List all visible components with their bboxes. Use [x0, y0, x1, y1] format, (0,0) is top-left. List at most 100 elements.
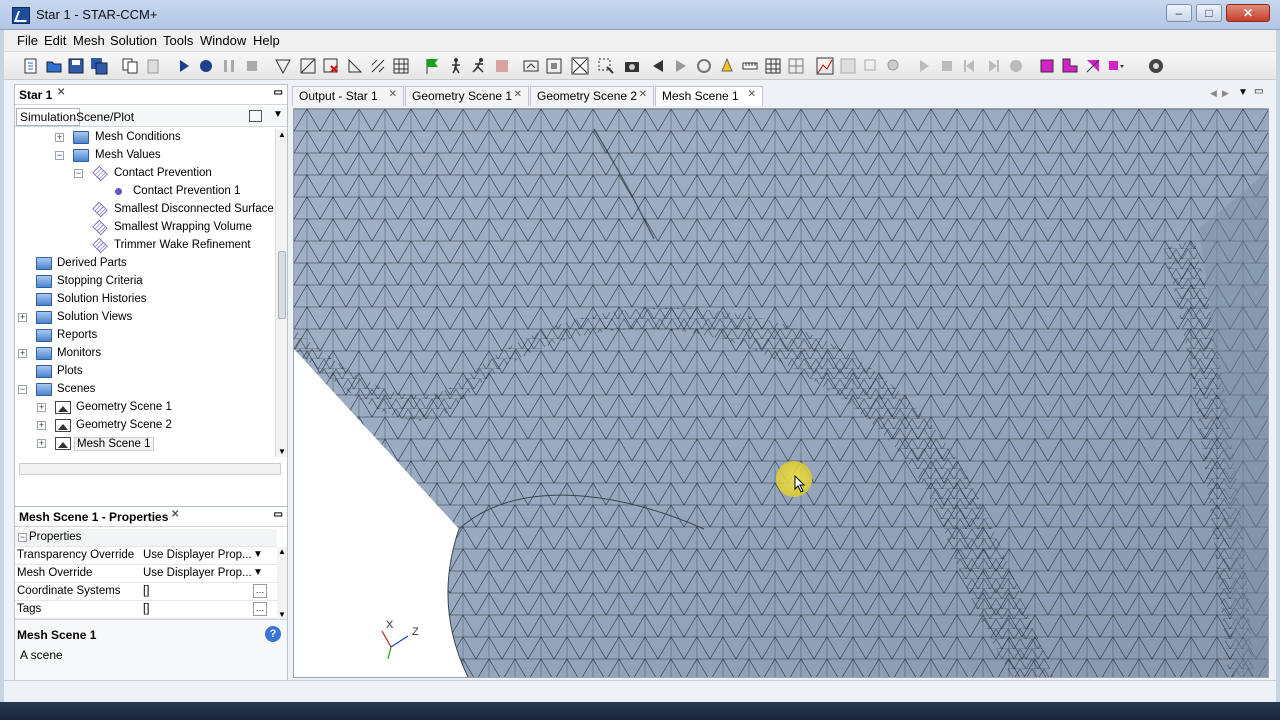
- tree-horizontal-scrollbar[interactable]: [19, 463, 281, 475]
- scroll-down-icon[interactable]: ▼: [278, 610, 286, 619]
- chevron-down-icon[interactable]: ▼: [273, 109, 283, 120]
- mesh-icon: [92, 237, 108, 254]
- clear-mesh-icon[interactable]: [322, 57, 340, 75]
- forward-arrow-icon[interactable]: [672, 57, 690, 75]
- open-folder-icon[interactable]: [45, 57, 63, 75]
- help-icon[interactable]: ?: [265, 626, 281, 642]
- maximize-editor-icon[interactable]: ▭: [1254, 86, 1263, 97]
- prev-frame-icon[interactable]: [961, 57, 979, 75]
- stop-square-icon[interactable]: [493, 57, 511, 75]
- runner-icon[interactable]: [470, 57, 488, 75]
- property-row[interactable]: Tags [] …: [15, 601, 277, 619]
- tab-output-star-1[interactable]: Output - Star 1 ✕: [292, 86, 404, 106]
- tree-view-icon[interactable]: [249, 110, 262, 122]
- property-row[interactable]: Mesh Override Use Displayer Prop... ▼: [15, 565, 277, 583]
- close-icon[interactable]: ✕: [639, 89, 647, 100]
- folder-icon: [36, 311, 52, 324]
- magenta-tool-1-icon[interactable]: [1038, 57, 1056, 75]
- tree-scroll-thumb[interactable]: [278, 251, 286, 319]
- minimize-panel-icon[interactable]: ▭: [274, 87, 283, 98]
- delete-icon[interactable]: [144, 57, 162, 75]
- light-icon[interactable]: [718, 57, 736, 75]
- close-icon[interactable]: ✕: [748, 89, 756, 100]
- pause-icon[interactable]: [220, 57, 238, 75]
- properties-section[interactable]: − Properties: [15, 529, 277, 547]
- tab-simulation[interactable]: Simulation: [16, 108, 81, 126]
- copy-icon[interactable]: [121, 57, 139, 75]
- record-icon[interactable]: [1007, 57, 1025, 75]
- collapse-icon[interactable]: −: [18, 533, 27, 542]
- run-icon[interactable]: [175, 57, 193, 75]
- menu-edit[interactable]: Edit: [44, 33, 66, 48]
- ellipsis-button[interactable]: …: [253, 584, 267, 598]
- tree-scrollbar[interactable]: ▲ ▼: [275, 129, 287, 457]
- close-window-button[interactable]: ✕: [1226, 4, 1270, 22]
- flag-icon[interactable]: [423, 57, 441, 75]
- chevron-down-icon[interactable]: ▼: [253, 549, 263, 560]
- stop-icon[interactable]: [243, 57, 261, 75]
- tab-mesh-scene-1[interactable]: Mesh Scene 1 ✕: [655, 86, 763, 106]
- back-arrow-icon[interactable]: [649, 57, 667, 75]
- play-icon[interactable]: [915, 57, 933, 75]
- surface-mesh-icon[interactable]: [299, 57, 317, 75]
- menu-file[interactable]: File: [17, 33, 38, 48]
- chevron-down-icon[interactable]: ▼: [253, 567, 263, 578]
- mesh-tool-icon[interactable]: [274, 57, 292, 75]
- properties-scrollbar[interactable]: ▲ ▼: [277, 547, 287, 619]
- select-icon[interactable]: [597, 57, 615, 75]
- close-icon[interactable]: ✕: [389, 89, 397, 100]
- close-icon[interactable]: ✕: [57, 87, 65, 98]
- remesh-icon[interactable]: [369, 57, 387, 75]
- close-icon[interactable]: ✕: [171, 509, 179, 520]
- mesh-render[interactable]: [294, 109, 1269, 678]
- grid-view-icon[interactable]: [787, 57, 805, 75]
- ruler-icon[interactable]: [741, 57, 759, 75]
- tab-scroll-left-icon[interactable]: ◀: [1210, 88, 1217, 99]
- next-frame-icon[interactable]: [984, 57, 1002, 75]
- menu-solution[interactable]: Solution: [110, 33, 157, 48]
- minimize-button[interactable]: –: [1166, 4, 1192, 22]
- zoom-box-icon[interactable]: [571, 57, 589, 75]
- close-icon[interactable]: ✕: [514, 89, 522, 100]
- scroll-up-icon[interactable]: ▲: [278, 130, 286, 139]
- volume-mesh-icon[interactable]: [346, 57, 364, 75]
- property-row[interactable]: Coordinate Systems [] …: [15, 583, 277, 601]
- magenta-tool-2-icon[interactable]: [1061, 57, 1079, 75]
- scroll-down-icon[interactable]: ▼: [278, 447, 286, 456]
- menu-help[interactable]: Help: [253, 33, 280, 48]
- camera-icon[interactable]: [623, 57, 641, 75]
- save-icon[interactable]: [67, 57, 85, 75]
- rotate-icon[interactable]: [695, 57, 713, 75]
- tab-list-icon[interactable]: ▼: [1238, 87, 1248, 98]
- maximize-button[interactable]: □: [1196, 4, 1222, 22]
- menu-window[interactable]: Window: [200, 33, 246, 48]
- plot-disabled-icon[interactable]: [839, 57, 857, 75]
- grid-icon[interactable]: [392, 57, 410, 75]
- scroll-up-icon[interactable]: ▲: [278, 547, 286, 556]
- magenta-dropdown-icon[interactable]: [1107, 57, 1125, 75]
- magenta-tool-3-icon[interactable]: [1084, 57, 1102, 75]
- table-icon[interactable]: [764, 57, 782, 75]
- walker-icon[interactable]: [447, 57, 465, 75]
- pointer-icon[interactable]: [862, 57, 880, 75]
- settings-gear-icon[interactable]: [1147, 57, 1165, 75]
- step-icon[interactable]: [197, 57, 215, 75]
- tab-scroll-right-icon[interactable]: ▶: [1222, 88, 1229, 99]
- plot-icon[interactable]: [816, 57, 834, 75]
- tab-scene-plot[interactable]: Scene/Plot: [73, 109, 137, 125]
- ellipsis-button[interactable]: …: [253, 602, 267, 616]
- menu-tools[interactable]: Tools: [163, 33, 193, 48]
- property-row[interactable]: Transparency Override Use Displayer Prop…: [15, 547, 277, 565]
- tab-geometry-scene-1[interactable]: Geometry Scene 1 ✕: [405, 86, 529, 106]
- new-file-icon[interactable]: [22, 57, 40, 75]
- folder-icon: [36, 293, 52, 306]
- stop-anim-icon[interactable]: [938, 57, 956, 75]
- menu-mesh[interactable]: Mesh: [73, 33, 105, 48]
- zoom-icon[interactable]: [885, 57, 903, 75]
- save-all-icon[interactable]: [90, 57, 108, 75]
- fit-view-icon[interactable]: [522, 57, 540, 75]
- tab-geometry-scene-2[interactable]: Geometry Scene 2 ✕: [530, 86, 654, 106]
- zoom-fit-icon[interactable]: [545, 57, 563, 75]
- mesh-scene-viewport[interactable]: X Z: [293, 108, 1269, 678]
- minimize-panel-icon[interactable]: ▭: [274, 509, 283, 520]
